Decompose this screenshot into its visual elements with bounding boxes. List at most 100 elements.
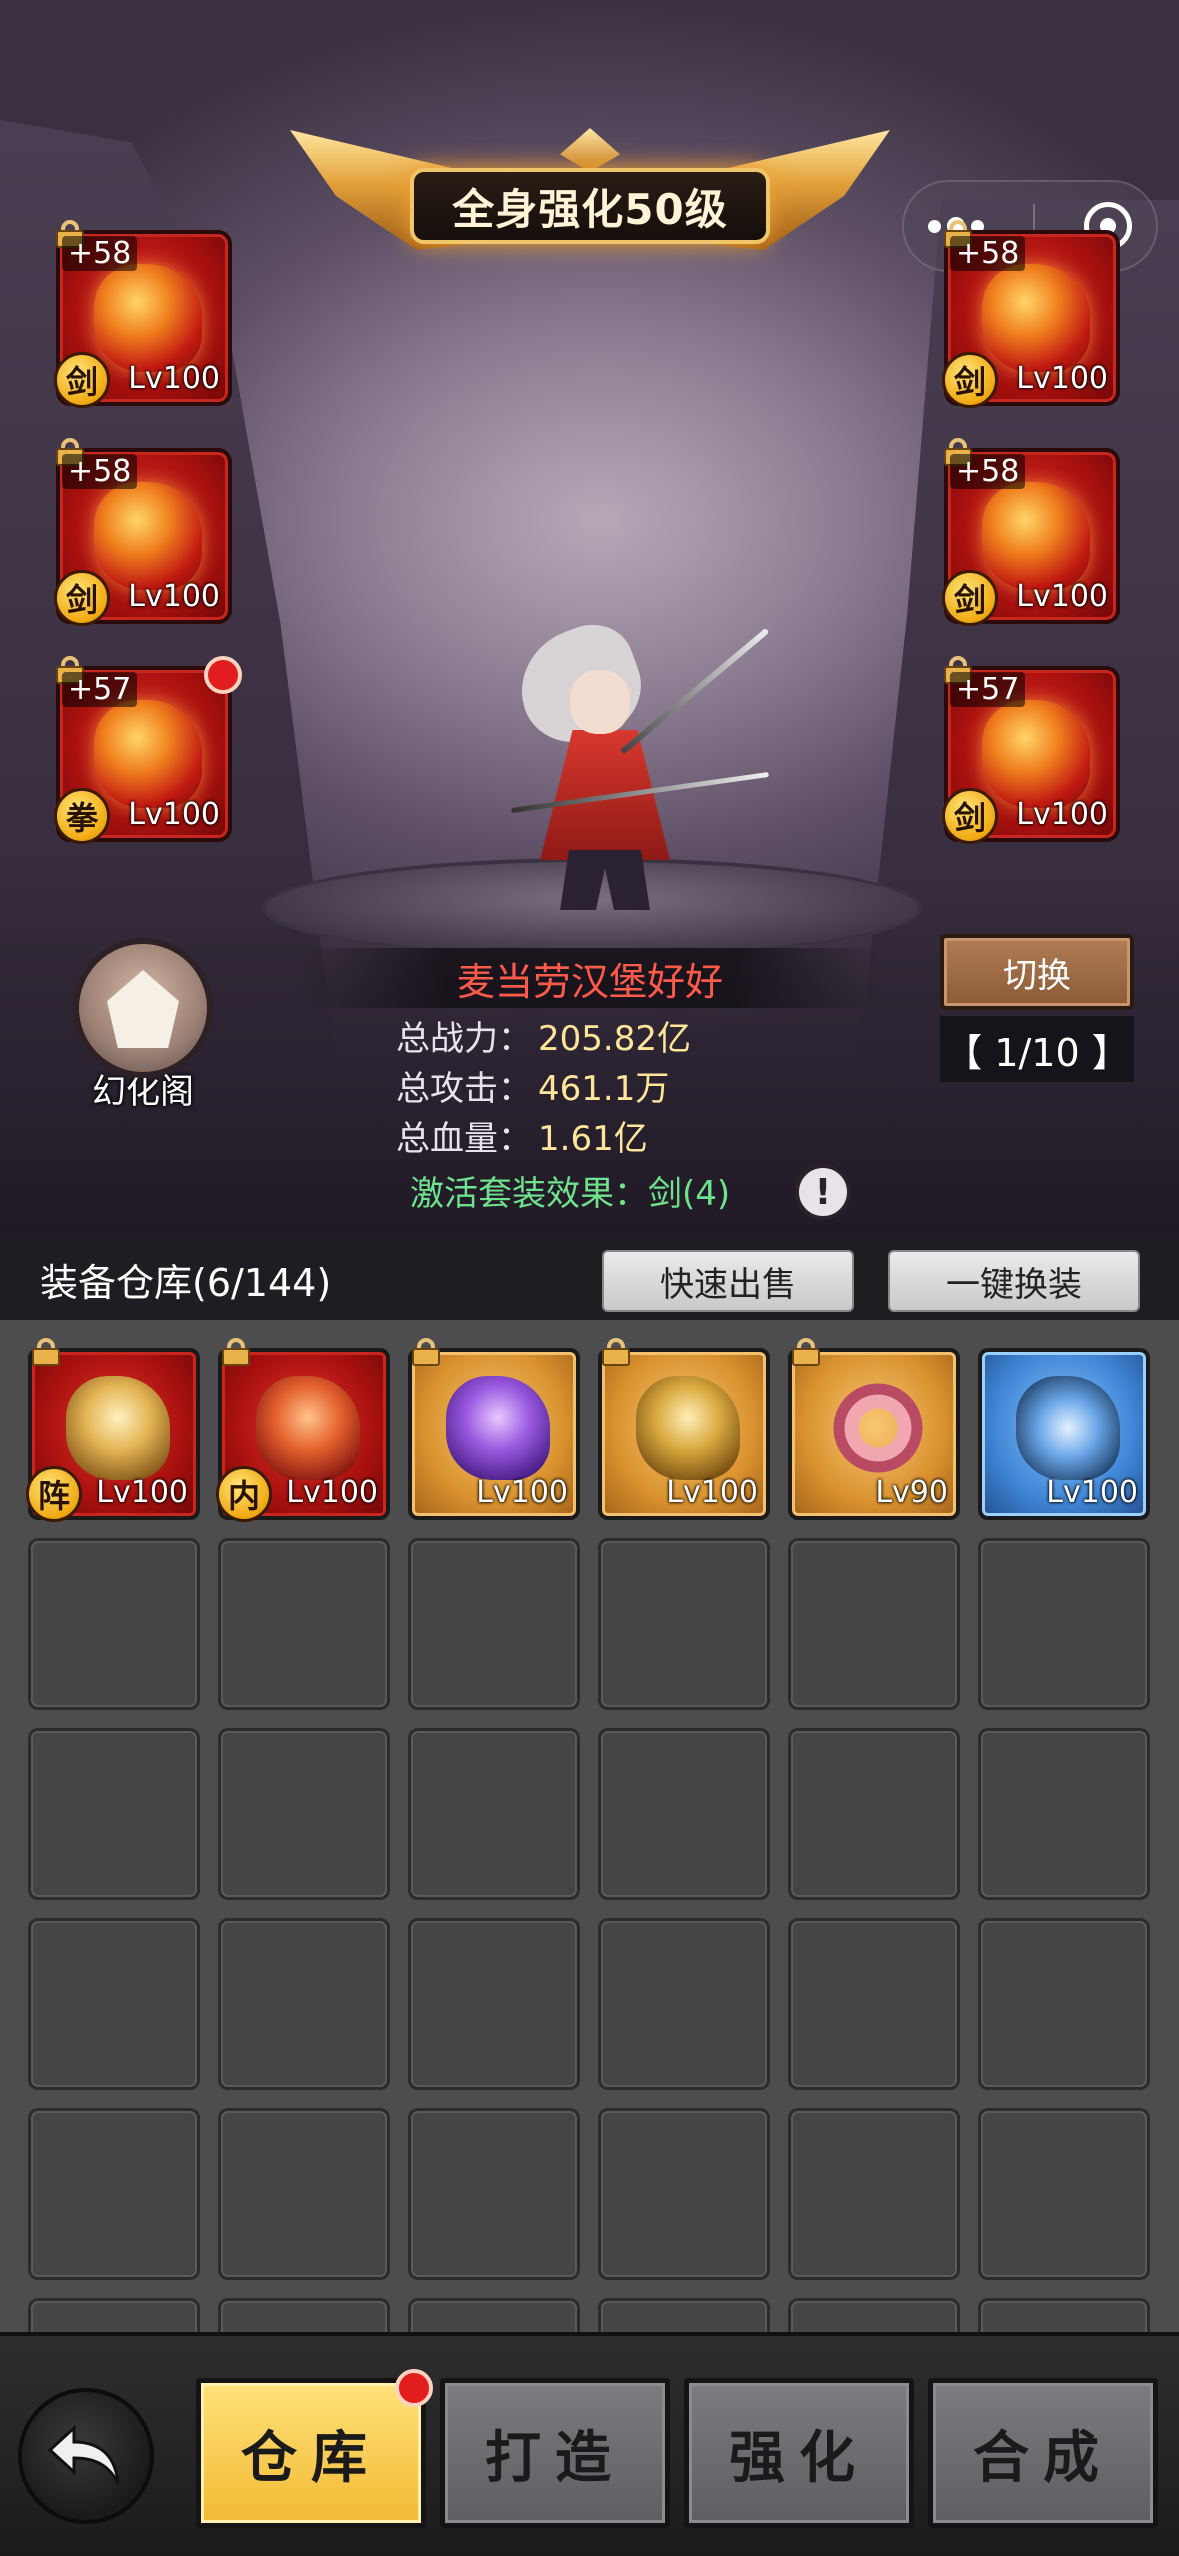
enhance-level: +58 (950, 454, 1026, 489)
character-model[interactable] (480, 612, 770, 910)
gold-boots-icon (636, 1376, 740, 1480)
empty-inventory-slot[interactable] (598, 1538, 770, 1710)
sword-icon (94, 264, 202, 372)
empty-inventory-slot[interactable] (978, 1728, 1150, 1900)
golden-helmet-icon (66, 1376, 170, 1480)
stat-power: 总战力： 205.82亿 (396, 1019, 691, 1059)
inventory-item[interactable]: Lv100 (598, 1338, 770, 1520)
empty-inventory-slot[interactable] (788, 2108, 960, 2280)
item-level: Lv100 (1016, 361, 1108, 396)
equip-slot-right-2[interactable]: +58 Lv100 剑 (942, 438, 1120, 626)
empty-inventory-slot[interactable] (788, 1538, 960, 1710)
notification-dot (395, 2369, 433, 2407)
empty-inventory-slot[interactable] (598, 1728, 770, 1900)
item-level: Lv100 (128, 797, 220, 832)
empty-inventory-slot[interactable] (408, 2108, 580, 2280)
flame-armor-icon (94, 482, 202, 590)
tab-synthesize[interactable]: 合成 (928, 2378, 1158, 2528)
lock-icon (32, 1338, 60, 1366)
inventory-item[interactable]: Lv90 (788, 1338, 960, 1520)
empty-inventory-slot[interactable] (598, 2298, 770, 2332)
item-level: Lv100 (666, 1475, 758, 1510)
item-level: Lv100 (1016, 797, 1108, 832)
inventory-item[interactable]: Lv100 内 (216, 1338, 390, 1522)
set-badge: 内 (216, 1466, 272, 1522)
equip-slot-left-2[interactable]: +58 Lv100 剑 (54, 438, 232, 626)
empty-inventory-slot[interactable] (788, 1728, 960, 1900)
tab-warehouse[interactable]: 仓库 (196, 2369, 433, 2528)
empty-inventory-slot[interactable] (978, 2108, 1150, 2280)
item-level: Lv100 (1046, 1475, 1138, 1510)
equip-slot-right-3[interactable]: +57 Lv100 剑 (942, 656, 1120, 844)
empty-inventory-slot[interactable] (408, 1728, 580, 1900)
belt-icon (982, 700, 1090, 808)
loadout-page-indicator: 【 1/10 】 (940, 1016, 1134, 1082)
item-level: Lv100 (128, 579, 220, 614)
item-level: Lv100 (476, 1475, 568, 1510)
item-level: Lv90 (875, 1475, 948, 1510)
inventory-item[interactable]: Lv100 阵 (26, 1338, 200, 1522)
empty-inventory-slot[interactable] (28, 1728, 200, 1900)
empty-inventory-slot[interactable] (788, 2298, 960, 2332)
lock-icon (792, 1338, 820, 1366)
enhance-level: +57 (950, 672, 1026, 707)
red-boots-icon (256, 1376, 360, 1480)
loadout-switch: 切换 【 1/10 】 (940, 934, 1134, 1082)
switch-button[interactable]: 切换 (940, 934, 1134, 1010)
empty-inventory-slot[interactable] (218, 2298, 390, 2332)
enhance-level: +58 (62, 454, 138, 489)
empty-inventory-slot[interactable] (978, 1538, 1150, 1710)
armor-silhouette-icon (107, 970, 179, 1048)
tab-enhance[interactable]: 强化 (684, 2378, 914, 2528)
stat-hp: 总血量： 1.61亿 (396, 1119, 648, 1159)
empty-inventory-slot[interactable] (978, 1918, 1150, 2090)
empty-inventory-slot[interactable] (218, 1538, 390, 1710)
notification-dot (204, 656, 242, 694)
stat-attack: 总攻击： 461.1万 (396, 1069, 670, 1109)
equip-slot-left-3[interactable]: +57 Lv100 拳 (54, 656, 242, 844)
set-badge: 剑 (54, 352, 110, 408)
lock-icon (602, 1338, 630, 1366)
inventory-grid[interactable]: Lv100 阵 Lv100 内 Lv100 Lv100 Lv90 Lv100 (0, 1320, 1179, 2332)
empty-inventory-slot[interactable] (408, 1538, 580, 1710)
equip-slot-left-1[interactable]: +58 Lv100 剑 (54, 220, 232, 408)
fist-weapon-icon (94, 700, 202, 808)
banner-title: 全身强化50级 (410, 168, 770, 244)
tab-forge[interactable]: 打造 (440, 2378, 670, 2528)
tab-label: 合成 (973, 2424, 1113, 2491)
equip-slot-right-1[interactable]: +58 Lv100 剑 (942, 220, 1120, 408)
title-banner: 全身强化50级 (290, 120, 890, 290)
enhance-level: +58 (62, 236, 138, 271)
tab-label: 仓库 (241, 2424, 381, 2491)
empty-inventory-slot[interactable] (408, 1918, 580, 2090)
one-click-equip-button[interactable]: 一键换装 (888, 1250, 1140, 1312)
set-badge: 剑 (54, 570, 110, 626)
empty-inventory-slot[interactable] (218, 2108, 390, 2280)
quick-sell-button[interactable]: 快速出售 (602, 1250, 854, 1312)
empty-inventory-slot[interactable] (28, 2108, 200, 2280)
set-effect-text: 激活套装效果：剑(4) (410, 1174, 731, 1214)
empty-inventory-slot[interactable] (788, 1918, 960, 2090)
info-icon[interactable]: ! (795, 1164, 851, 1220)
set-badge: 剑 (942, 570, 998, 626)
empty-inventory-slot[interactable] (408, 2298, 580, 2332)
empty-inventory-slot[interactable] (598, 2108, 770, 2280)
inventory-item[interactable]: Lv100 (978, 1348, 1150, 1520)
empty-inventory-slot[interactable] (28, 2298, 200, 2332)
empty-inventory-slot[interactable] (218, 1728, 390, 1900)
empty-inventory-slot[interactable] (28, 1538, 200, 1710)
enhance-level: +57 (62, 672, 138, 707)
tab-label: 强化 (729, 2424, 869, 2491)
lock-icon (222, 1338, 250, 1366)
item-level: Lv100 (128, 361, 220, 396)
helmet-icon (982, 264, 1090, 372)
empty-inventory-slot[interactable] (218, 1918, 390, 2090)
empty-inventory-slot[interactable] (28, 1918, 200, 2090)
empty-inventory-slot[interactable] (598, 1918, 770, 2090)
back-button[interactable] (18, 2388, 154, 2524)
lock-icon (412, 1338, 440, 1366)
illusion-pavilion-button[interactable]: 幻化阁 (68, 938, 218, 1113)
empty-inventory-slot[interactable] (978, 2298, 1150, 2332)
character-name: 麦当劳汉堡好好 (300, 948, 880, 1008)
inventory-item[interactable]: Lv100 (408, 1338, 580, 1520)
